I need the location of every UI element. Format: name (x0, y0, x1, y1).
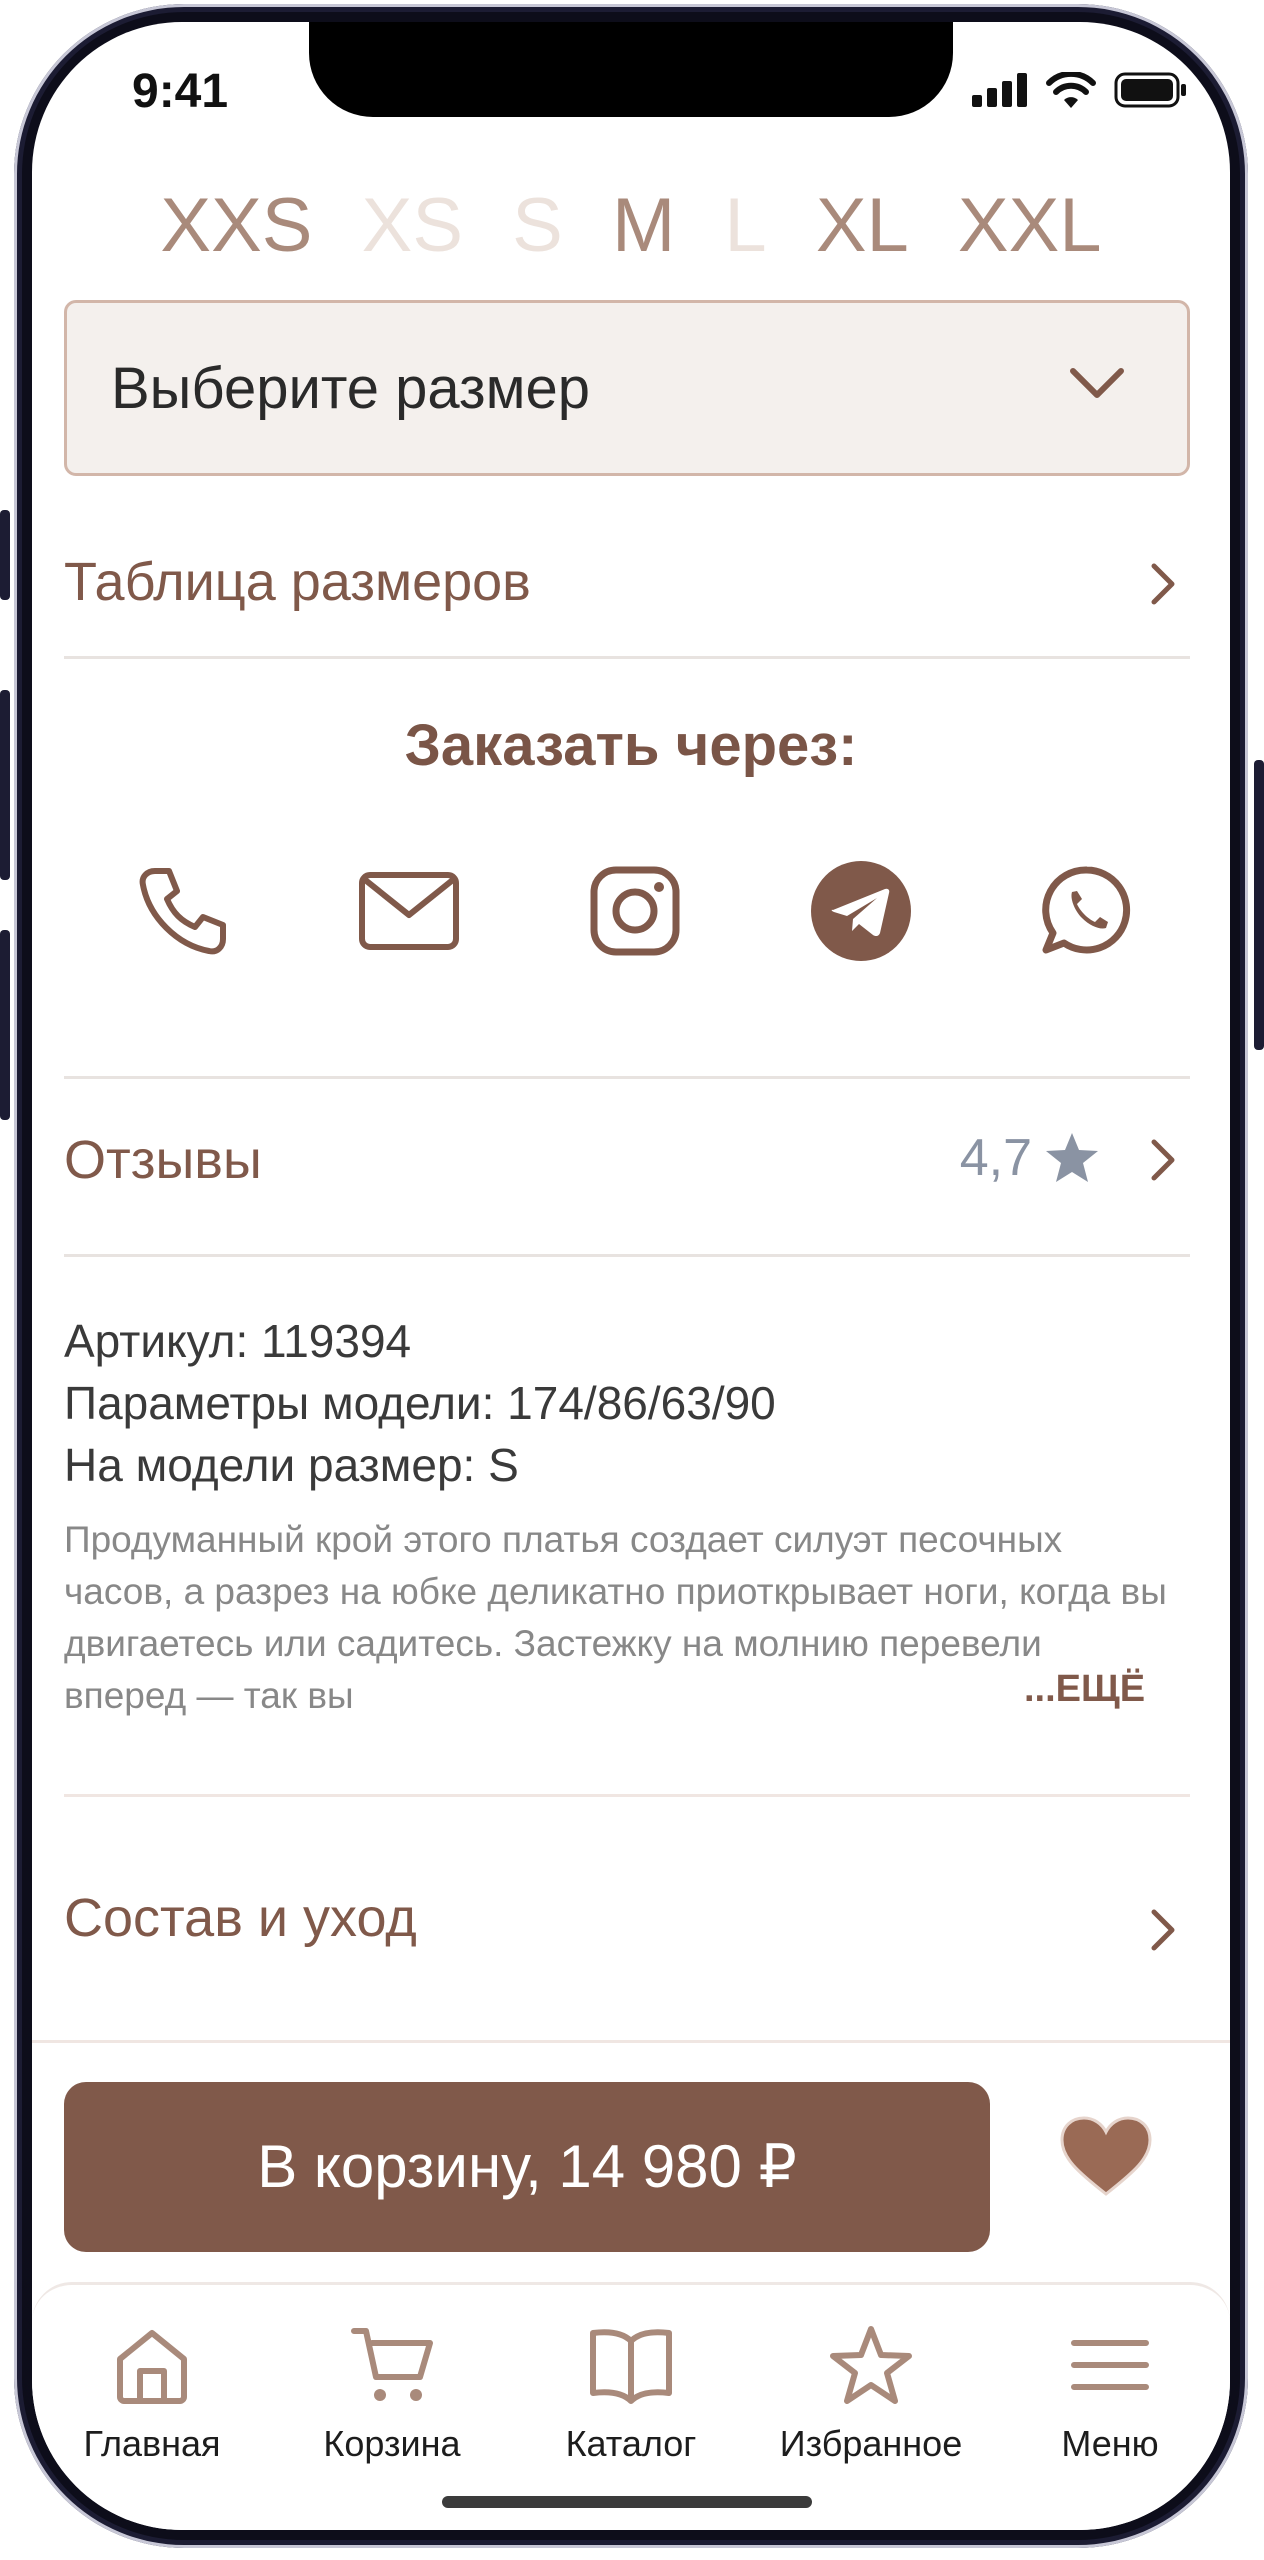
divider (64, 1076, 1190, 1079)
divider (64, 1254, 1190, 1257)
tab-cart[interactable]: Корзина (277, 2325, 507, 2465)
product-meta: Артикул: 119394 Параметры модели: 174/86… (64, 1310, 776, 1496)
chevron-right-icon (1151, 563, 1175, 605)
composition-link[interactable]: Состав и уход (64, 1878, 1190, 1958)
tab-home[interactable]: Главная (37, 2325, 267, 2465)
size-option-xxs[interactable]: XXS (160, 183, 312, 268)
model-params: Параметры модели: 174/86/63/90 (64, 1377, 776, 1429)
divider (64, 656, 1190, 659)
chevron-down-icon (1070, 368, 1124, 398)
home-indicator (442, 2496, 812, 2508)
rating-value: 4,7 (959, 1129, 1032, 1187)
size-options: XXS XS S M L XL XXL (32, 182, 1230, 269)
size-table-label: Таблица размеров (64, 552, 531, 612)
side-button-power (1254, 760, 1264, 1050)
chevron-right-icon (1151, 1139, 1175, 1181)
telegram-button[interactable] (810, 860, 912, 962)
tab-menu[interactable]: Меню (995, 2325, 1225, 2465)
article-number: Артикул: 119394 (64, 1315, 412, 1367)
tab-favorites-label: Избранное (779, 2423, 963, 2464)
size-option-xs: XS (361, 183, 464, 268)
product-description: Продуманный крой этого платья создает си… (64, 1519, 1167, 1716)
model-size: На модели размер: S (64, 1439, 519, 1491)
size-option-xxl[interactable]: XXL (958, 183, 1102, 268)
reviews-label: Отзывы (64, 1130, 262, 1190)
read-more-link[interactable]: ...ЕЩЁ (1016, 1668, 1146, 1711)
wifi-icon (1046, 72, 1096, 108)
size-select-placeholder: Выберите размер (111, 355, 590, 421)
battery-icon (1114, 72, 1186, 108)
size-select[interactable]: Выберите размер (64, 300, 1190, 476)
status-time: 9:41 (132, 65, 229, 118)
telegram-icon (811, 861, 911, 961)
instagram-button[interactable] (584, 860, 686, 962)
size-table-link[interactable]: Таблица размеров (64, 542, 1190, 622)
tab-menu-label: Меню (1061, 2423, 1159, 2464)
size-option-m[interactable]: M (612, 183, 675, 268)
chevron-right-icon (1151, 1909, 1175, 1951)
side-button-silent (0, 510, 10, 600)
tab-catalog[interactable]: Каталог (516, 2325, 746, 2465)
order-via-channels (132, 860, 1138, 962)
heart-icon[interactable] (1058, 2114, 1154, 2198)
add-to-cart-button[interactable]: В корзину, 14 980 ₽ (64, 2082, 990, 2252)
instagram-icon (590, 866, 680, 956)
tab-cart-label: Корзина (323, 2423, 461, 2464)
whatsapp-icon (1042, 866, 1131, 954)
size-option-l: L (724, 183, 767, 268)
phone-icon (139, 868, 226, 955)
tab-catalog-label: Каталог (565, 2423, 697, 2464)
star-icon (830, 2326, 912, 2404)
tab-home-label: Главная (83, 2423, 221, 2464)
composition-label: Состав и уход (64, 1888, 417, 1948)
order-via-title: Заказать через: (404, 713, 858, 778)
whatsapp-button[interactable] (1036, 860, 1138, 962)
status-icons (972, 72, 1188, 108)
cart-area-divider (32, 2040, 1230, 2043)
mail-icon (359, 872, 459, 950)
size-option-s: S (512, 183, 563, 268)
phone-screen: 9:41 XXS XS S M L XL XXL Выберите размер… (32, 22, 1230, 2530)
side-button-volume-up (0, 690, 10, 880)
tab-favorites[interactable]: Избранное (756, 2325, 986, 2465)
phone-button[interactable] (132, 860, 234, 962)
book-icon (590, 2329, 672, 2404)
cart-icon (351, 2328, 433, 2401)
notch (309, 22, 953, 117)
menu-icon (1071, 2340, 1149, 2390)
signal-icon (972, 73, 1027, 107)
mail-button[interactable] (358, 860, 460, 962)
size-option-xl[interactable]: XL (816, 183, 909, 268)
home-icon (117, 2330, 187, 2404)
product-page: 9:41 XXS XS S M L XL XXL Выберите размер… (32, 22, 1230, 2530)
tab-bar: Главная Корзина Каталог Избранное Меню (32, 2282, 1230, 2530)
divider (64, 1794, 1190, 1797)
reviews-rating: 4,7 (960, 1128, 1100, 1188)
side-button-volume-down (0, 930, 10, 1120)
star-filled-icon (1046, 1133, 1098, 1182)
